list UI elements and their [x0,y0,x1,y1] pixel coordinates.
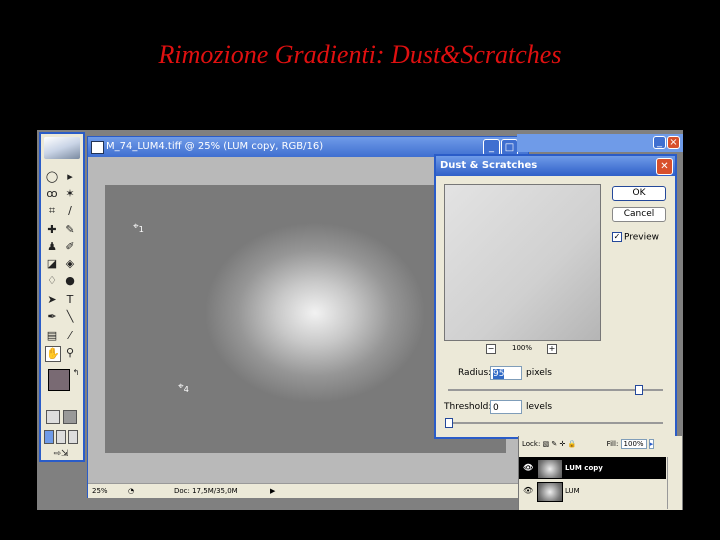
fill-arrow-icon[interactable]: ▸ [648,439,655,449]
quick-mask-mode-button[interactable] [63,410,77,424]
screen-mode-standard-button[interactable] [44,430,54,444]
radius-label: Radius: [458,368,492,378]
lock-bar: Lock: ▧ ✎ ✛ 🔒 Fill: 100% ▸ [522,439,655,449]
zoom-out-icon[interactable]: − [486,344,496,354]
paint-bucket-tool-icon[interactable]: ◈ [63,257,77,271]
eye-icon[interactable]: 👁 [523,480,533,502]
layer-thumbnail [537,482,563,502]
healing-tool-icon[interactable]: ✚ [45,223,59,237]
zoom-tool-icon[interactable]: ⚲ [63,346,77,360]
ok-button[interactable]: OK [612,186,666,201]
screen-mode-full-button[interactable] [68,430,78,444]
line-tool-icon[interactable]: ╲ [63,310,77,324]
threshold-slider-thumb[interactable] [445,418,453,428]
hand-tool-icon[interactable]: ✋ [45,346,61,362]
color-sampler-1[interactable]: ⌖1 [133,221,144,234]
document-title: M_74_LUM4.tiff @ 25% (LUM copy, RGB/16) [106,141,324,152]
screen-mode-full-menu-button[interactable] [56,430,66,444]
eraser-tool-icon[interactable]: ◪ [45,257,59,271]
preview-checkbox[interactable]: ✓ Preview [612,232,659,243]
photoshop-feather-logo [44,137,80,159]
cancel-button[interactable]: Cancel [612,207,666,222]
layers-scrollbar[interactable] [667,457,680,509]
history-brush-tool-icon[interactable]: ✐ [63,240,77,254]
fill-label: Fill: [606,440,619,448]
layer-name: LUM copy [565,464,603,472]
dialog-title: Dust & Scratches [440,160,538,171]
standard-mode-button[interactable] [46,410,60,424]
radius-slider-track[interactable] [448,389,663,391]
layer-row-lum-copy[interactable]: 👁 LUM copy [519,457,666,479]
lock-position-icon[interactable]: ✛ [560,440,566,448]
layer-name: LUM [565,487,580,495]
magic-wand-tool-icon[interactable]: ✶ [63,187,77,201]
threshold-label: Threshold: [444,402,492,412]
status-zoom[interactable]: 25% [92,484,108,498]
status-icon: ◔ [128,487,135,495]
preview-label: Preview [624,232,660,243]
lasso-tool-icon[interactable]: ꝏ [45,187,59,201]
pen-tool-icon[interactable]: ✒ [45,310,59,324]
filter-preview[interactable] [444,184,601,341]
notes-tool-icon[interactable]: ▤ [45,329,59,343]
radius-slider-thumb[interactable] [635,385,643,395]
radius-input[interactable]: 95 [490,366,522,380]
layer-row-lum[interactable]: 👁 LUM [519,480,666,502]
lock-label: Lock: [522,440,541,448]
lock-transparency-icon[interactable]: ▧ [543,440,550,448]
palette-minimize-icon[interactable]: _ [653,136,666,149]
path-selection-tool-icon[interactable]: ➤ [45,293,59,307]
document-icon [91,141,104,154]
zoom-in-icon[interactable]: + [547,344,557,354]
dodge-tool-icon[interactable]: ● [63,274,77,288]
status-arrow-icon[interactable]: ▶ [270,484,275,498]
type-tool-icon[interactable]: T [63,293,77,307]
lock-all-icon[interactable]: 🔒 [568,440,577,448]
threshold-slider-track[interactable] [448,422,663,424]
status-doc-size: Doc: 17,5M/35,0M [174,487,238,495]
threshold-input[interactable]: 0 [490,400,522,414]
slice-tool-icon[interactable]: ∕ [63,204,77,218]
checkmark-icon[interactable]: ✓ [612,232,622,242]
move-tool-icon[interactable]: ▸ [63,170,77,184]
blur-tool-icon[interactable]: ♢ [45,274,59,288]
marquee-tool-icon[interactable]: ◯ [45,170,59,184]
stamp-tool-icon[interactable]: ♟ [45,240,59,254]
color-sampler-4[interactable]: ⌖4 [178,381,189,394]
radius-unit: pixels [526,368,552,378]
swap-colors-icon[interactable]: ↰ [69,366,83,380]
dialog-titlebar[interactable]: Dust & Scratches ✕ [436,156,675,176]
fill-input[interactable]: 100% [620,439,647,449]
palette-titlebar-strip: _ × [517,134,683,152]
photoshop-screen: ◯ ▸ ꝏ ✶ ⌗ ∕ ✚ ✎ ♟ ✐ ◪ ◈ ♢ ● ➤ T ✒ ╲ ▤ ⁄ … [37,130,683,510]
eye-icon[interactable]: 👁 [523,457,533,479]
slide-title: Rimozione Gradienti: Dust&Scratches [158,40,562,69]
threshold-unit: levels [526,402,553,412]
foreground-color-swatch[interactable] [48,369,70,391]
eyedropper-tool-icon[interactable]: ⁄ [63,329,77,343]
layers-palette: Lock: ▧ ✎ ✛ 🔒 Fill: 100% ▸ 👁 LUM copy 👁 … [518,436,682,510]
status-bar: 25% ◔ Doc: 17,5M/35,0M ▶ [88,483,528,498]
crop-tool-icon[interactable]: ⌗ [45,204,59,218]
jump-to-imageready-icon[interactable]: ⇨⇲ [47,447,75,461]
toolbox: ◯ ▸ ꝏ ✶ ⌗ ∕ ✚ ✎ ♟ ✐ ◪ ◈ ♢ ● ➤ T ✒ ╲ ▤ ⁄ … [39,132,85,462]
palette-close-icon[interactable]: × [667,136,680,149]
preview-zoom-label: 100% [512,344,533,352]
brush-tool-icon[interactable]: ✎ [63,223,77,237]
layer-thumbnail [537,459,563,479]
lock-image-icon[interactable]: ✎ [551,440,557,448]
close-icon[interactable]: ✕ [656,158,673,175]
dust-scratches-dialog: Dust & Scratches ✕ OK Cancel ✓ Preview − … [434,154,677,439]
